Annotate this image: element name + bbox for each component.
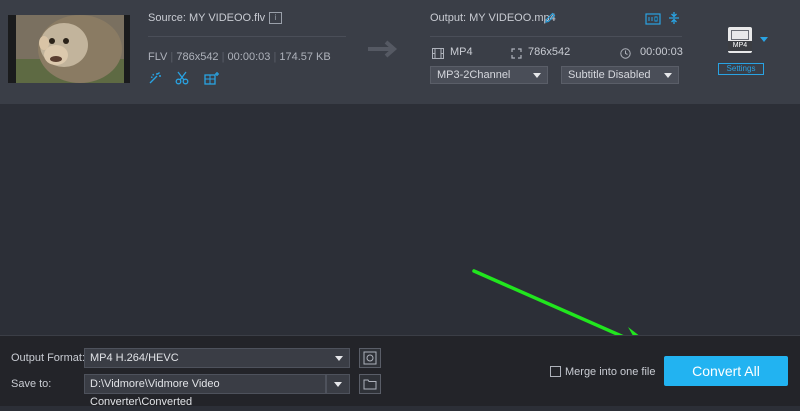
source-meta: FLV | 786x542 | 00:00:03 | 174.57 KB [148, 51, 331, 63]
source-label-row: Source: MY VIDEOO.flv i [148, 12, 283, 25]
merge-checkbox[interactable] [550, 366, 561, 377]
output-format-value: MP4 H.264/HEVC [90, 352, 179, 364]
source-divider [148, 36, 346, 37]
audio-track-select[interactable]: MP3-2Channel [430, 66, 548, 84]
output-resolution: 786x542 [528, 46, 571, 58]
info-icon[interactable]: i [269, 12, 283, 25]
gear-icon [363, 351, 377, 365]
video-info-icon[interactable] [645, 12, 661, 25]
rename-pencil-icon[interactable] [544, 11, 556, 23]
output-format: MP4 [450, 46, 473, 58]
output-profile-label: MP4 [728, 41, 752, 51]
source-label: Source: MY VIDEOO.flv [148, 12, 266, 24]
convert-all-button[interactable]: Convert All [664, 356, 788, 386]
chevron-down-icon [334, 382, 342, 387]
format-settings-button[interactable] [359, 348, 381, 368]
chevron-down-icon [335, 356, 343, 361]
source-duration: 00:00:03 [227, 51, 271, 63]
folder-icon [363, 379, 377, 390]
convert-direction-arrow-icon [368, 40, 400, 58]
open-folder-button[interactable] [359, 374, 381, 394]
subtitle-value: Subtitle Disabled [568, 69, 651, 81]
subtitle-select[interactable]: Subtitle Disabled [561, 66, 679, 84]
output-label: Output: MY VIDEOO.mp4 [430, 12, 556, 24]
settings-button[interactable]: Settings [718, 63, 764, 75]
audio-track-value: MP3-2Channel [437, 69, 511, 81]
edit-effects-icon[interactable] [204, 71, 220, 85]
chevron-down-icon [533, 73, 541, 78]
output-format-select[interactable]: MP4 H.264/HEVC [84, 348, 350, 368]
source-size: 174.57 KB [279, 51, 331, 63]
output-profile-button[interactable]: MP4 [728, 27, 752, 53]
save-path-field[interactable]: D:\Vidmore\Vidmore Video Converter\Conve… [84, 374, 326, 408]
source-format: FLV [148, 51, 168, 63]
enhance-icon[interactable] [148, 71, 162, 85]
output-divider [430, 36, 682, 37]
scissors-icon[interactable] [175, 71, 189, 85]
merge-label: Merge into one file [565, 366, 656, 378]
chevron-down-icon [664, 73, 672, 78]
film-icon [432, 46, 444, 59]
source-resolution: 786x542 [176, 51, 219, 63]
save-path-dropdown[interactable] [326, 374, 350, 394]
film-strip-icon [731, 30, 749, 40]
clock-icon [620, 46, 631, 59]
video-thumbnail[interactable] [8, 15, 130, 83]
compress-icon[interactable] [668, 11, 680, 25]
output-format-label: Output Format: [11, 352, 85, 364]
output-duration: 00:00:03 [640, 46, 683, 58]
resolution-icon [511, 46, 522, 59]
save-to-label: Save to: [11, 378, 52, 390]
output-label-row: Output: MY VIDEOO.mp4 [430, 12, 556, 24]
profile-dropdown-icon[interactable] [760, 37, 768, 42]
